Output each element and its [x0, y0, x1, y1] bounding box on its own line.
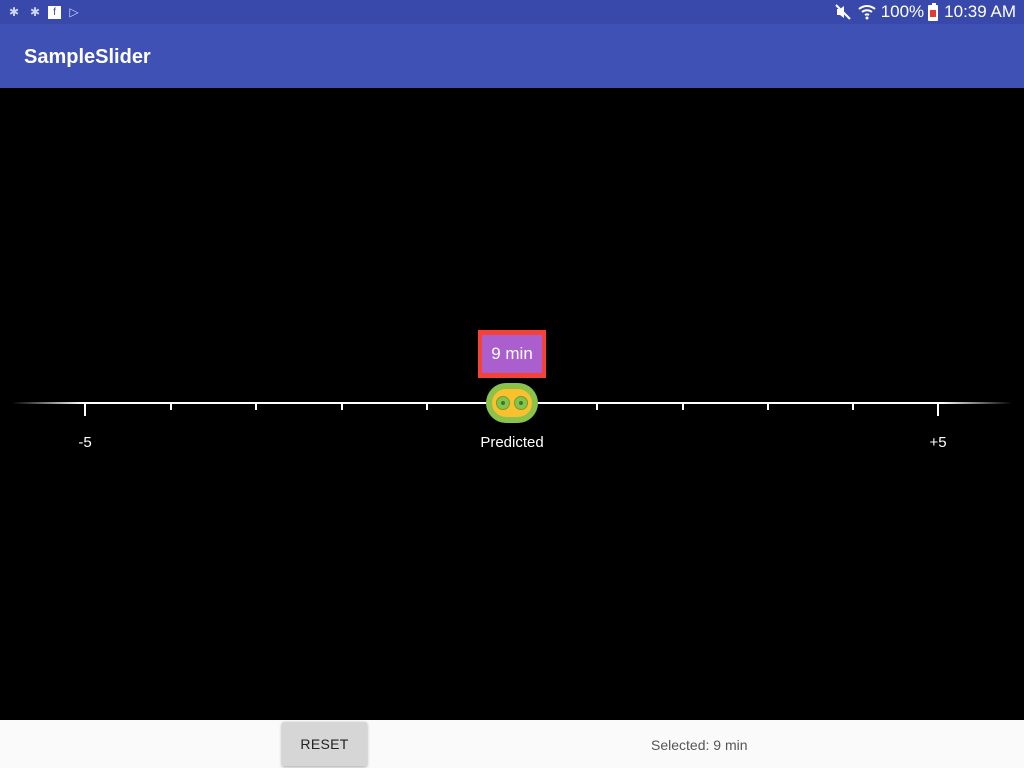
notification-icon: ✱: [8, 5, 20, 19]
slider-tick: [682, 404, 684, 410]
play-store-icon: ▷: [69, 5, 79, 19]
slider-tick-max: [937, 404, 939, 416]
clock: 10:39 AM: [944, 2, 1016, 21]
slider-tick: [852, 404, 854, 410]
flipboard-icon: f: [48, 5, 61, 19]
mute-icon: [833, 2, 853, 22]
slider-thumb[interactable]: [486, 383, 538, 423]
battery-percent: 100%: [880, 2, 925, 21]
slider-max-label: +5: [929, 434, 947, 451]
battery-icon: [928, 3, 940, 21]
thumb-face: [492, 389, 532, 417]
notification-icons: ✱ ✱ f ▷: [6, 4, 82, 20]
app-bar: SampleSlider: [0, 24, 1024, 88]
wifi-icon: [857, 2, 877, 22]
value-bubble: 9 min: [478, 330, 546, 378]
notification-icon: ✱: [29, 5, 41, 19]
thumb-eye-icon: [514, 396, 528, 410]
slider-tick: [767, 404, 769, 410]
slider-tick: [596, 404, 598, 410]
slider-tick: [426, 404, 428, 410]
bottom-bar: RESET Selected: 9 min: [0, 720, 1024, 768]
slider-tick: [170, 404, 172, 410]
slider-center-label: Predicted: [480, 434, 544, 451]
slider-tick-min: [84, 404, 86, 416]
slider-min-label: -5: [78, 434, 92, 451]
slider-tick: [255, 404, 257, 410]
reset-button[interactable]: RESET: [282, 722, 367, 766]
selected-value-text: Selected: 9 min: [651, 737, 748, 753]
slider-area: -5 Predicted +5 9 min: [0, 88, 1024, 720]
value-bubble-text: 9 min: [482, 335, 542, 373]
slider-tick: [341, 404, 343, 410]
app-title: SampleSlider: [24, 46, 151, 68]
thumb-eye-icon: [496, 396, 510, 410]
status-icons: 100% 10:39 AM: [833, 2, 1016, 22]
status-bar: ✱ ✱ f ▷ 100% 10:39 AM: [0, 0, 1024, 24]
